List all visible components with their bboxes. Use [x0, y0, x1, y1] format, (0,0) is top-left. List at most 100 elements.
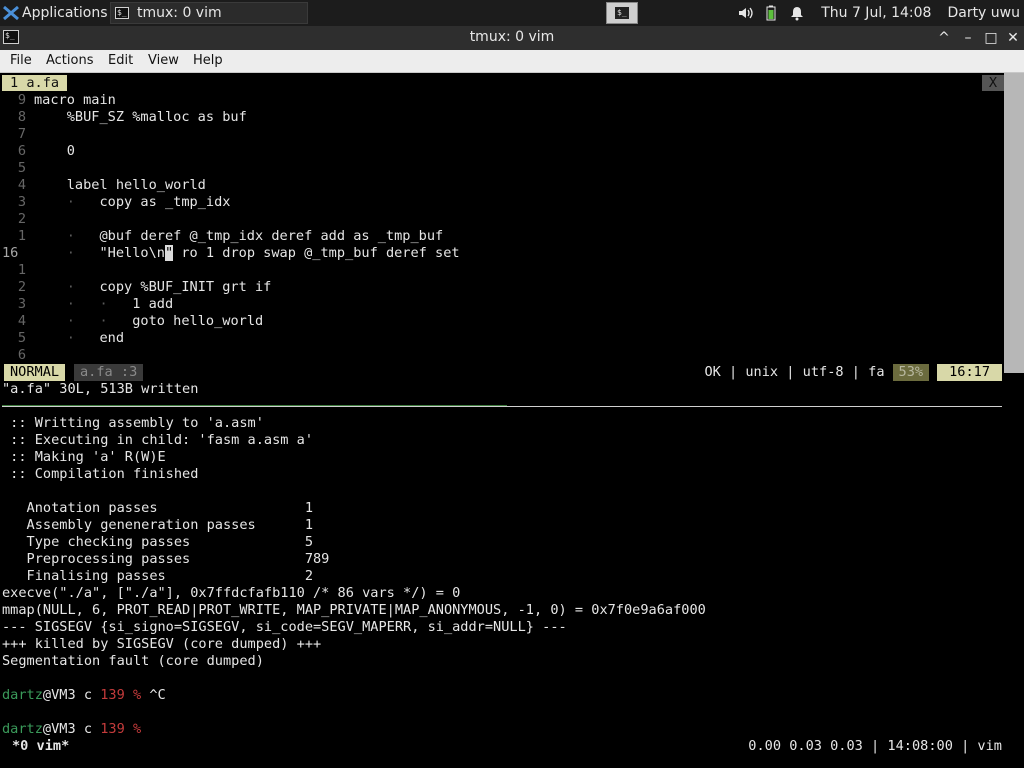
vim-line[interactable]: 2 · copy %BUF_INIT grt if — [0, 279, 1024, 296]
vim-line-text: · @buf deref @_tmp_idx deref add as _tmp… — [66, 228, 444, 244]
vim-line[interactable]: 9 macro main — [0, 92, 1024, 109]
applications-menu[interactable]: Applications — [0, 0, 108, 26]
output-line: :: Writting assembly to 'a.asm' — [2, 415, 264, 431]
vim-line-text: label hello_world — [34, 177, 206, 193]
vim-line[interactable]: 4 label hello_world — [0, 177, 1024, 194]
output-line: :: Making 'a' R(W)E — [2, 449, 166, 465]
tray: Thu 7 Jul, 14:08 Darty uwu — [737, 0, 1020, 26]
output-line: execve("./a", ["./a"], 0x7ffdcfafb110 /*… — [2, 585, 461, 601]
menu-edit[interactable]: Edit — [108, 53, 133, 68]
prompt-exit-code: 139 % — [100, 687, 142, 703]
vim-cursor-position: 16:17 — [937, 364, 1002, 381]
vim-line-text: %BUF_SZ %malloc as buf — [34, 109, 247, 125]
line-number: 6 — [17, 143, 26, 159]
prompt-exit-code: 139 % — [100, 721, 142, 737]
terminal-icon: $_ — [115, 7, 129, 19]
vim-line-text: · · 1 add — [66, 296, 174, 312]
output-line: Type checking passes 5 — [2, 534, 313, 550]
vim-line[interactable]: 1 · @buf deref @_tmp_idx deref add as _t… — [0, 228, 1024, 245]
prompt-command[interactable]: ^C — [141, 687, 165, 703]
vim-line[interactable]: 4 · · goto hello_world — [0, 313, 1024, 330]
vim-line[interactable]: 8 %BUF_SZ %malloc as buf — [0, 109, 1024, 126]
vim-line[interactable]: 16 · "Hello\n" ro 1 drop swap @_tmp_buf … — [0, 245, 1024, 262]
vim-file-indicator: a.fa :3 — [74, 364, 144, 381]
line-number: 5 — [17, 160, 26, 176]
line-number: 4 — [17, 313, 26, 329]
vim-line[interactable]: 3 · copy as _tmp_idx — [0, 194, 1024, 211]
applications-label: Applications — [22, 5, 108, 21]
line-number: 3 — [17, 194, 26, 210]
vim-line-text: 0 — [34, 143, 75, 159]
close-button[interactable]: ✕ — [1004, 29, 1022, 47]
vim-tab-close-button[interactable]: X — [982, 75, 1004, 91]
battery-icon[interactable] — [763, 5, 779, 21]
prompt-host: @VM3 c — [42, 687, 101, 703]
tmux-statusbar: *0 vim* 0.00 0.03 0.03 | 14:08:00 | vim — [0, 737, 1024, 756]
vim-line[interactable]: 6 0 — [0, 143, 1024, 160]
vim-line[interactable]: 3 · · 1 add — [0, 296, 1024, 313]
workspace-button[interactable]: $_ — [606, 2, 638, 24]
menu-bar: File Actions Edit View Help — [0, 50, 1024, 73]
shade-button[interactable]: ^ — [935, 29, 953, 47]
output-line: +++ killed by SIGSEGV (core dumped) +++ — [2, 636, 322, 652]
vim-tab[interactable]: 1 a.fa — [2, 75, 68, 91]
vim-percent: 53% — [892, 364, 930, 381]
vim-statusline: NORMAL a.fa :3 OK | unix | utf-8 | fa 53… — [2, 364, 1002, 381]
window-title: tmux: 0 vim — [469, 29, 555, 45]
vim-line[interactable]: 2 — [0, 211, 1024, 228]
line-number: 16 — [2, 245, 19, 261]
notification-bell-icon[interactable] — [789, 5, 805, 21]
line-number: 1 — [17, 228, 26, 244]
menu-file[interactable]: File — [10, 53, 32, 68]
panel-user[interactable]: Darty uwu — [947, 5, 1020, 21]
shell-prompt[interactable]: dartz@VM3 c 139 % ^C — [2, 687, 1024, 704]
line-number: 8 — [17, 109, 26, 125]
terminal-area[interactable]: 1 a.fa X 9 macro main 8 %BUF_SZ %malloc as… — [0, 73, 1024, 768]
pane-divider — [2, 406, 1002, 407]
vim-line-text: · copy %BUF_INIT grt if — [66, 279, 272, 295]
vim-mode: NORMAL — [4, 364, 66, 381]
vim-line-text: macro main — [34, 92, 116, 108]
line-number: 5 — [17, 330, 26, 346]
output-line: :: Executing in child: 'fasm a.asm a' — [2, 432, 313, 448]
vim-line[interactable]: 1 — [0, 262, 1024, 279]
tmux-window-indicator[interactable]: *0 vim* — [12, 737, 69, 756]
vim-message: "a.fa" 30L, 513B written — [2, 381, 199, 397]
volume-icon[interactable] — [737, 5, 753, 21]
taskbar-item-label: tmux: 0 vim — [137, 5, 222, 21]
vim-line[interactable]: 6 — [0, 347, 1024, 364]
tmux-status-right: 0.00 0.03 0.03 | 14:08:00 | vim — [748, 738, 1002, 754]
line-number: 1 — [17, 262, 26, 278]
output-line: --- SIGSEGV {si_signo=SIGSEGV, si_code=S… — [2, 619, 567, 635]
output-line: mmap(NULL, 6, PROT_READ|PROT_WRITE, MAP_… — [2, 602, 706, 618]
vim-status-info: OK | unix | utf-8 | fa — [704, 364, 885, 380]
minimize-button[interactable]: – — [959, 29, 977, 47]
shell-prompt[interactable]: dartz@VM3 c 139 % — [2, 721, 1024, 738]
output-line: :: Compilation finished — [2, 466, 199, 482]
line-number: 4 — [17, 177, 26, 193]
line-number: 2 — [17, 279, 26, 295]
menu-help[interactable]: Help — [193, 53, 223, 68]
prompt-user: dartz — [2, 687, 43, 703]
line-number: 3 — [17, 296, 26, 312]
line-number: 6 — [17, 347, 26, 363]
output-line: Assembly geneneration passes 1 — [2, 517, 313, 533]
panel-clock[interactable]: Thu 7 Jul, 14:08 — [821, 5, 931, 21]
vim-line[interactable]: 5 — [0, 160, 1024, 177]
menu-view[interactable]: View — [148, 53, 179, 68]
vim-line[interactable]: 5 · end — [0, 330, 1024, 347]
window-titlebar[interactable]: $_ tmux: 0 vim ^ – □ ✕ — [0, 26, 1024, 50]
line-number: 2 — [17, 211, 26, 227]
taskbar-item-tmux[interactable]: $_ tmux: 0 vim — [110, 2, 308, 24]
menu-actions[interactable]: Actions — [46, 53, 94, 68]
prompt-host: @VM3 c — [42, 721, 101, 737]
prompt-user: dartz — [2, 721, 43, 737]
vim-line-text: · copy as _tmp_idx — [66, 194, 231, 210]
terminal-icon: $_ — [615, 7, 629, 19]
line-number: 7 — [17, 126, 26, 142]
output-line: Finalising passes 2 — [2, 568, 313, 584]
vim-line[interactable]: 7 — [0, 126, 1024, 143]
maximize-button[interactable]: □ — [982, 29, 1000, 47]
